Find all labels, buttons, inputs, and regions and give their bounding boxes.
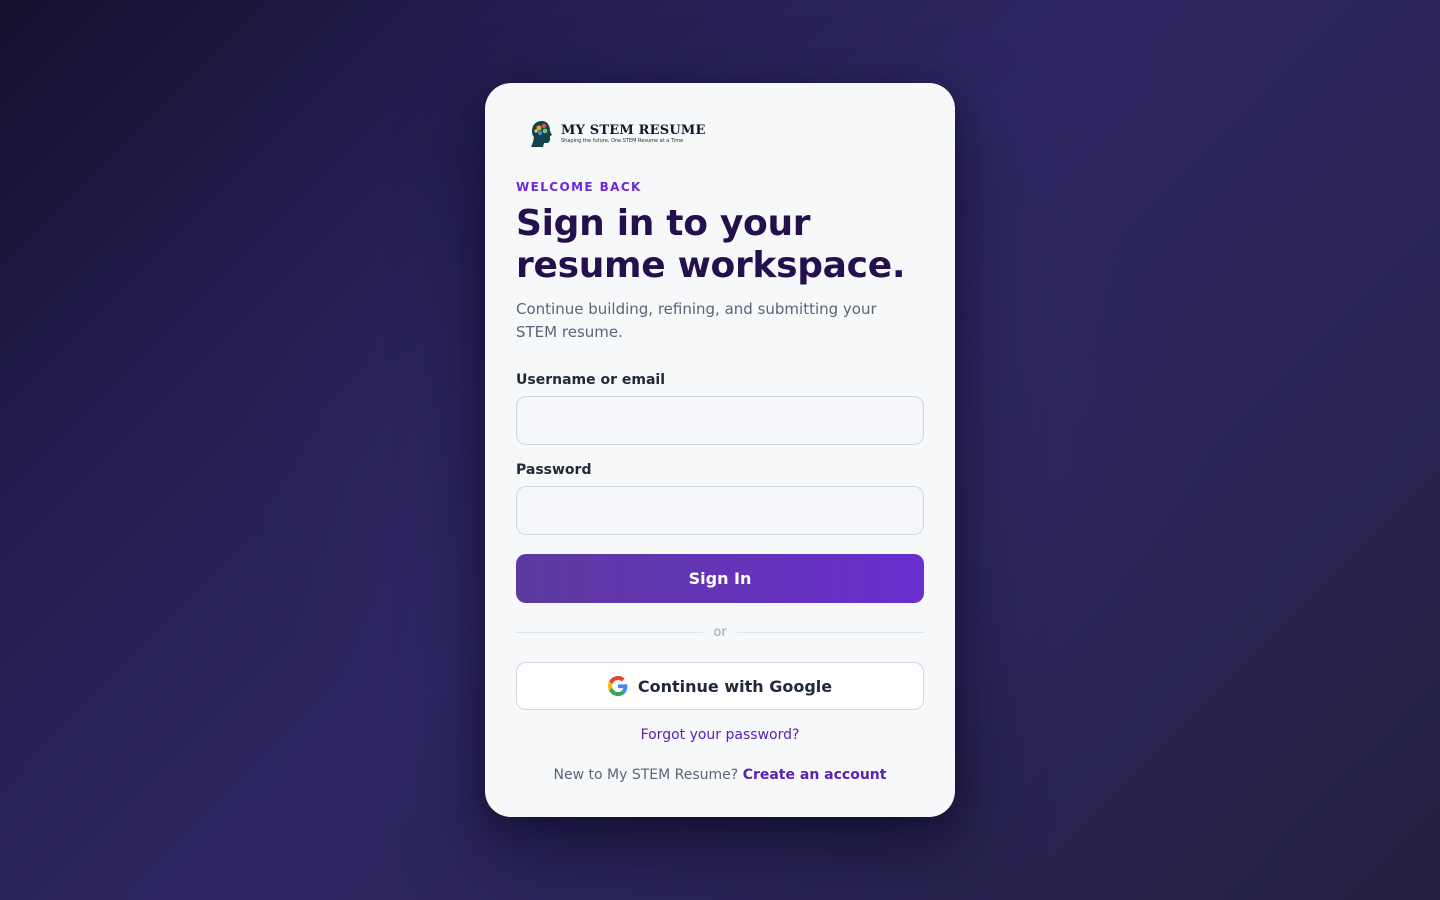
sign-in-button[interactable]: Sign In (516, 554, 924, 603)
brand-tagline: Shaping the future, One STEM Resume at a… (561, 138, 684, 144)
google-button-label: Continue with Google (637, 676, 833, 696)
divider-line-left (516, 631, 704, 633)
username-input[interactable] (516, 396, 924, 445)
page-subtitle: Continue building, refining, and submitt… (516, 300, 877, 341)
divider-text: or (713, 624, 727, 640)
login-card: MY STEM RESUME Shaping the future, One S… (485, 83, 955, 817)
password-label: Password (516, 462, 592, 478)
forgot-password-link[interactable]: Forgot your password? (485, 727, 955, 743)
password-input[interactable] (516, 486, 924, 535)
signup-prompt: New to My STEM Resume? Create an account (485, 767, 955, 783)
page-title: Sign in to your resume workspace. (516, 203, 906, 286)
brand-name: MY STEM RESUME (561, 123, 706, 138)
create-account-link[interactable]: Create an account (743, 767, 887, 783)
head-silhouette-icon (531, 121, 552, 147)
google-sign-in-button[interactable]: Continue with Google (516, 662, 924, 710)
or-divider: or (516, 623, 924, 641)
google-icon (607, 676, 628, 696)
username-label: Username or email (516, 372, 665, 388)
eyebrow-text: WELCOME BACK (516, 180, 642, 194)
brand-logo: MY STEM RESUME Shaping the future, One S… (529, 119, 706, 149)
divider-line-right (736, 631, 924, 633)
signup-prompt-text: New to My STEM Resume? (553, 767, 739, 783)
